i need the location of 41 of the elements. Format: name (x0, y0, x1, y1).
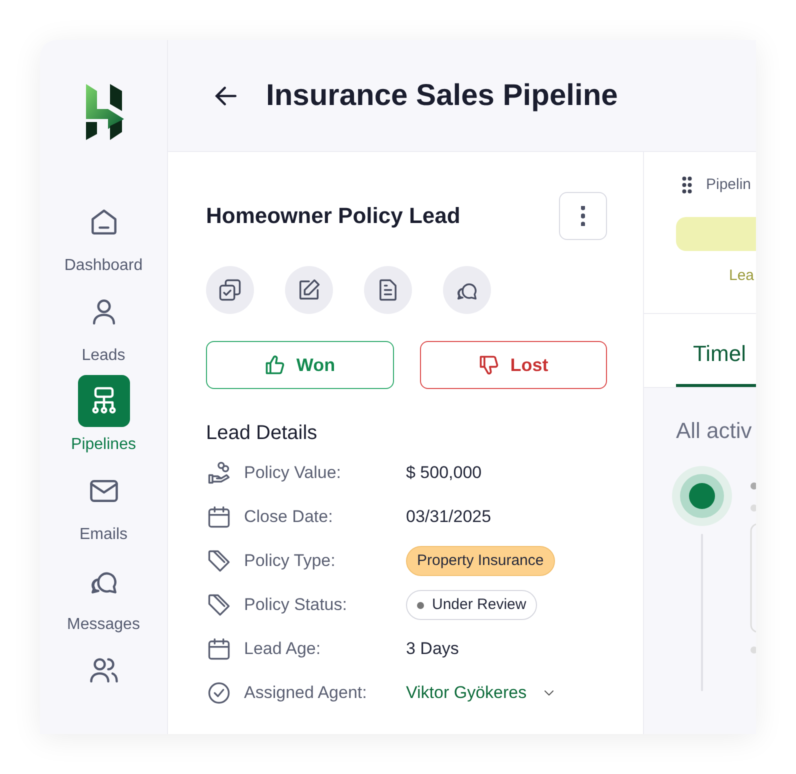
logo-icon (84, 82, 124, 140)
field-value: 03/31/2025 (406, 506, 492, 528)
field-label: Policy Status: (244, 594, 347, 616)
calendar-icon (206, 636, 232, 662)
sidebar-item[interactable]: Dashboard (40, 196, 167, 286)
activity-title: All activ (676, 418, 753, 444)
pipeline-label: Pipelin (706, 175, 752, 195)
tag-icon (206, 548, 232, 574)
calendar-icon (206, 504, 232, 530)
lost-button[interactable]: Lost (420, 341, 607, 389)
page-title: Insurance Sales Pipeline (266, 78, 618, 114)
thumbs-up-icon (264, 354, 286, 376)
sidebar-item[interactable]: Pipelines (40, 375, 167, 466)
stage-label: Lea (729, 266, 756, 286)
status-pill: Under Review (406, 590, 538, 620)
section-title: Lead Details (206, 421, 318, 445)
won-button[interactable]: Won (206, 341, 394, 389)
task-button[interactable] (206, 266, 254, 314)
sidebar-item[interactable]: Emails (40, 465, 167, 555)
field-label: Close Date: (244, 506, 333, 528)
lead-title: Homeowner Policy Lead (206, 202, 460, 230)
field-label: Lead Age: (244, 638, 321, 660)
check-circle-icon (206, 680, 232, 706)
field-value: 3 Days (406, 638, 459, 660)
sidebar-item[interactable]: Messages (40, 554, 167, 644)
edit-button[interactable] (285, 266, 333, 314)
sidebar-item[interactable]: Leads (40, 286, 167, 376)
field-label: Assigned Agent: (244, 682, 367, 704)
agent-dropdown[interactable]: Viktor Gyökeres (406, 680, 527, 706)
field-value: $ 500,000 (406, 462, 482, 484)
field-label: Policy Value: (244, 462, 342, 484)
field-label: Policy Type: (244, 550, 336, 572)
note-button[interactable] (364, 266, 412, 314)
more-button[interactable] (559, 192, 607, 240)
hand-coins-icon (206, 460, 232, 486)
policy-type-tag: Property Insurance (406, 546, 555, 576)
more-vertical-icon (581, 206, 585, 226)
message-button[interactable] (443, 266, 491, 314)
copy-check-icon (217, 277, 243, 303)
thumbs-down-icon (478, 354, 500, 376)
tag-icon (206, 592, 232, 618)
